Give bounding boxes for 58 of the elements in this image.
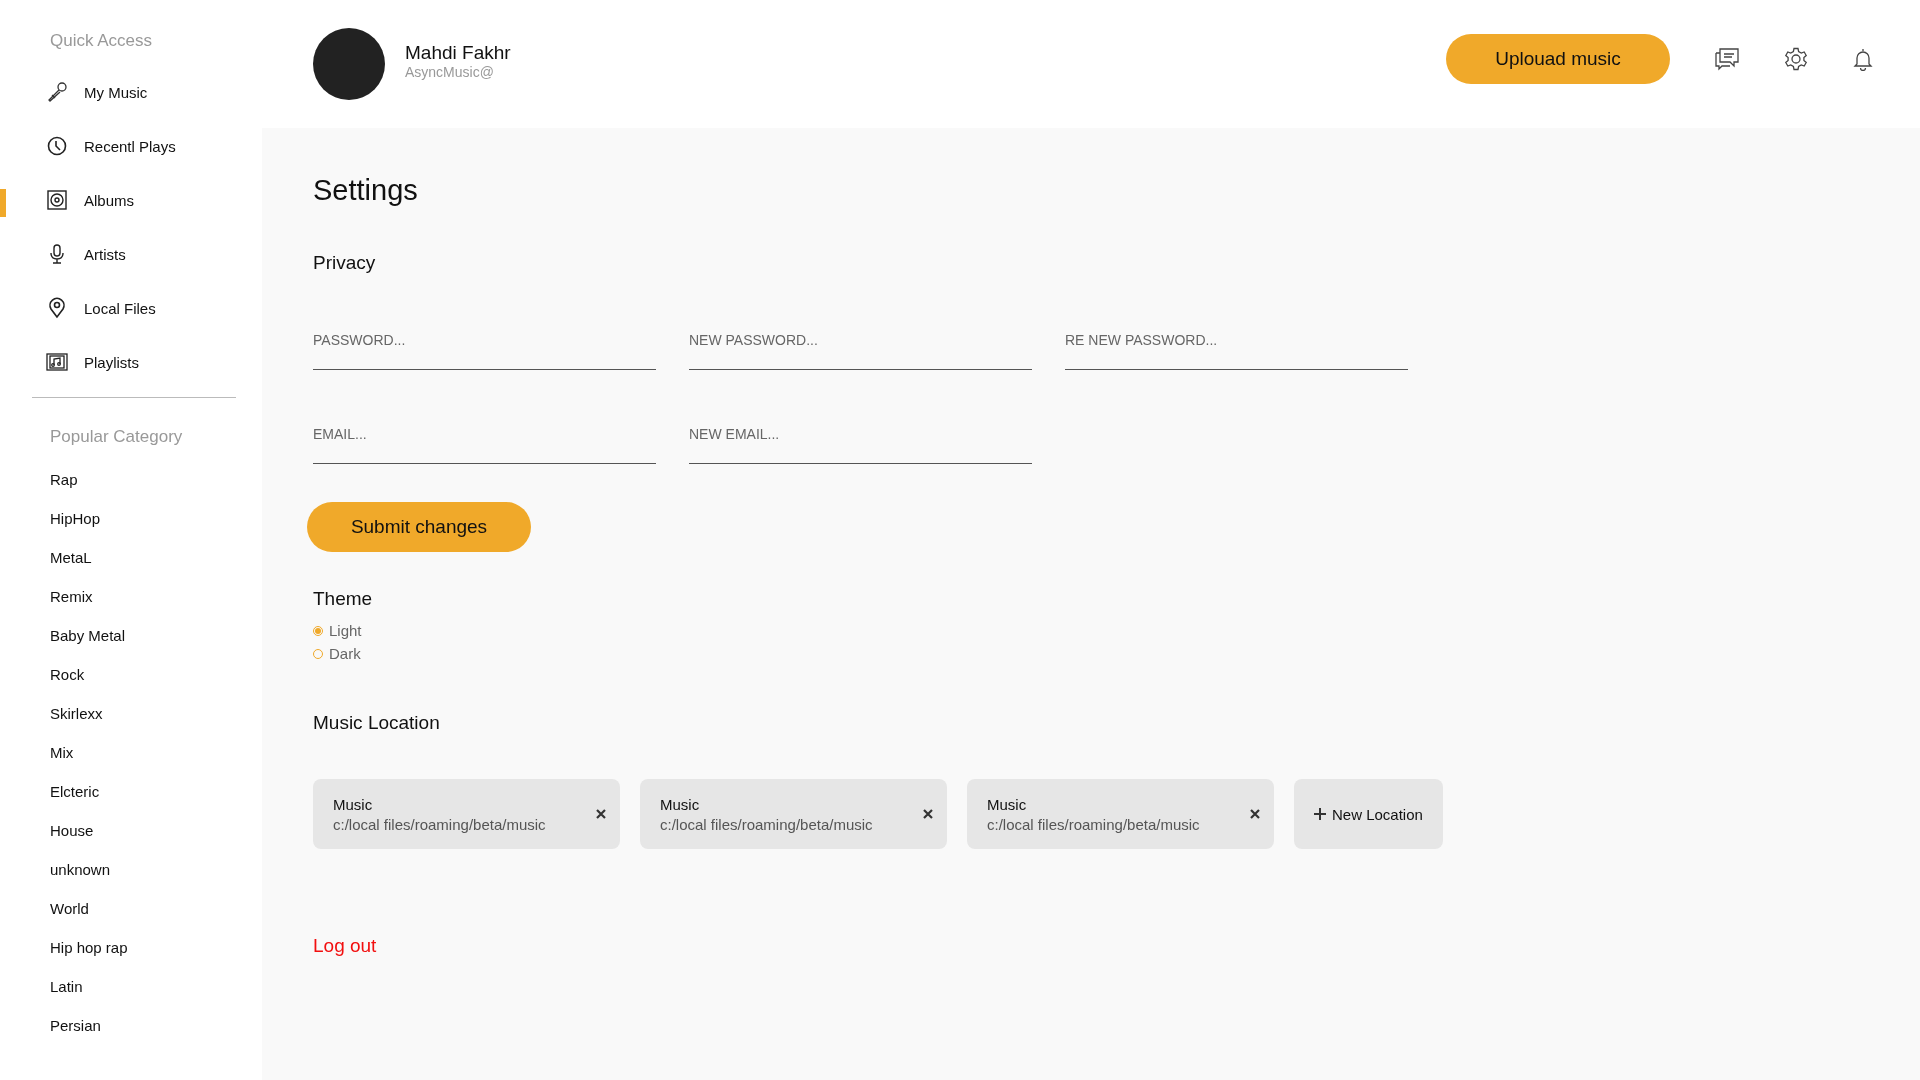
submit-button[interactable]: Submit changes (307, 502, 531, 552)
category-link[interactable]: Baby Metal (50, 616, 262, 655)
location-name: Music (333, 795, 374, 813)
bell-icon[interactable] (1852, 47, 1874, 71)
plus-icon (1314, 808, 1326, 820)
location-path: c:/local files/roaming/beta/music (987, 815, 1201, 833)
category-link[interactable]: Latin (50, 967, 262, 1006)
sidebar-item[interactable]: Artists (0, 227, 262, 281)
section-heading: Music Location (313, 712, 440, 734)
radio-label: Dark (329, 645, 361, 662)
category-link[interactable]: World (50, 889, 262, 928)
user-name: Mahdi Fakhr (405, 42, 511, 64)
category-link[interactable]: Persian (50, 1006, 262, 1045)
close-icon[interactable] (923, 809, 933, 819)
category-link[interactable]: Remix (50, 577, 262, 616)
category-link[interactable]: Mix (50, 733, 262, 772)
category-link[interactable]: Skirlexx (50, 694, 262, 733)
logout-link[interactable]: Log out (313, 935, 377, 957)
input-field[interactable]: PASSWORD... (313, 310, 656, 370)
user-handle: AsyncMusic@ (405, 64, 495, 80)
category-link[interactable]: Rap (50, 460, 262, 499)
page-title: Settings (313, 174, 418, 208)
input-field[interactable]: NEW EMAIL... (689, 404, 1032, 464)
close-icon[interactable] (1250, 809, 1260, 819)
category-link[interactable]: Elcteric (50, 772, 262, 811)
close-icon[interactable] (596, 809, 606, 819)
location-name: Music (660, 795, 701, 813)
chat-icon[interactable] (1714, 47, 1740, 71)
location-name: Music (987, 795, 1028, 813)
sidebar-item[interactable]: Local Files (0, 281, 262, 335)
new-location-button[interactable]: New Location (1294, 779, 1443, 849)
category-link[interactable]: MetaL (50, 538, 262, 577)
music-note-icon (46, 351, 68, 373)
location-path: c:/local files/roaming/beta/music (660, 815, 874, 833)
category-link[interactable]: House (50, 811, 262, 850)
section-heading: Popular Category (50, 426, 184, 448)
category-link[interactable]: HipHop (50, 499, 262, 538)
location-pin-icon (46, 297, 68, 319)
category-link[interactable]: unknown (50, 850, 262, 889)
input-field[interactable]: RE NEW PASSWORD... (1065, 310, 1408, 370)
sidebar-item[interactable]: Albums (0, 173, 262, 227)
sidebar-item[interactable]: My Music (0, 65, 262, 119)
category-link[interactable]: Rock (50, 655, 262, 694)
input-field[interactable]: NEW PASSWORD... (689, 310, 1032, 370)
clock-icon (46, 135, 68, 157)
section-heading: Quick Access (50, 30, 154, 52)
upload-button[interactable]: Uplouad music (1446, 34, 1670, 84)
category-link[interactable]: Hip hop rap (50, 928, 262, 967)
section-heading: Privacy (313, 252, 376, 274)
input-field[interactable]: EMAIL... (313, 404, 656, 464)
microphone-icon (46, 81, 68, 103)
settings-icon[interactable] (1784, 47, 1808, 71)
location-path: c:/local files/roaming/beta/music (333, 815, 547, 833)
section-heading: Theme (313, 588, 373, 610)
sidebar-item[interactable]: Recentl Plays (0, 119, 262, 173)
sidebar-item[interactable]: Playlists (0, 335, 262, 389)
radio-label: Light (329, 622, 362, 639)
speaker-icon (46, 189, 68, 211)
